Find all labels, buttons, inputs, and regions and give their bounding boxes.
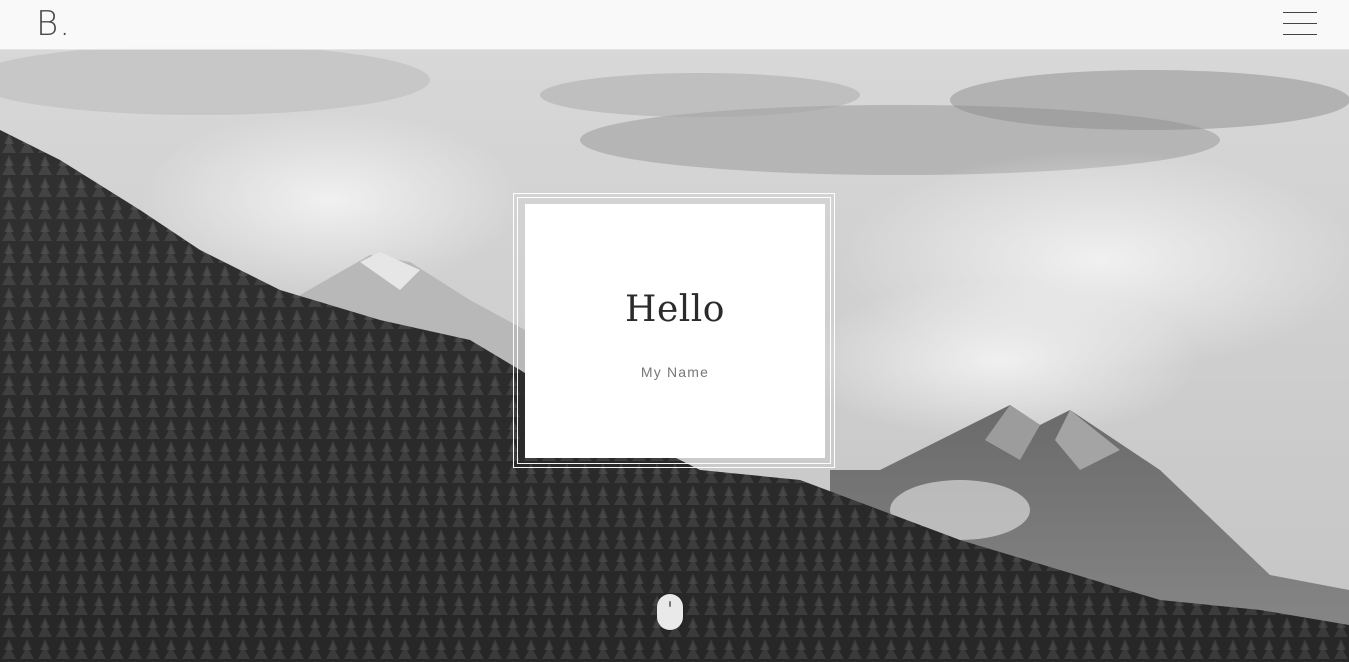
mouse-wheel	[669, 601, 671, 607]
menu-line	[1283, 34, 1317, 35]
menu-line	[1283, 23, 1317, 24]
menu-line	[1283, 12, 1317, 13]
brand-logo[interactable]: B.	[36, 4, 71, 44]
mouse-scroll-icon[interactable]	[657, 594, 683, 630]
hero-subtitle: My Name	[640, 364, 710, 380]
hamburger-icon[interactable]	[1280, 10, 1320, 38]
intro-card: Hello My Name	[525, 204, 825, 458]
hero-title: Hello	[625, 289, 725, 330]
top-navigation-bar: B.	[0, 0, 1349, 50]
